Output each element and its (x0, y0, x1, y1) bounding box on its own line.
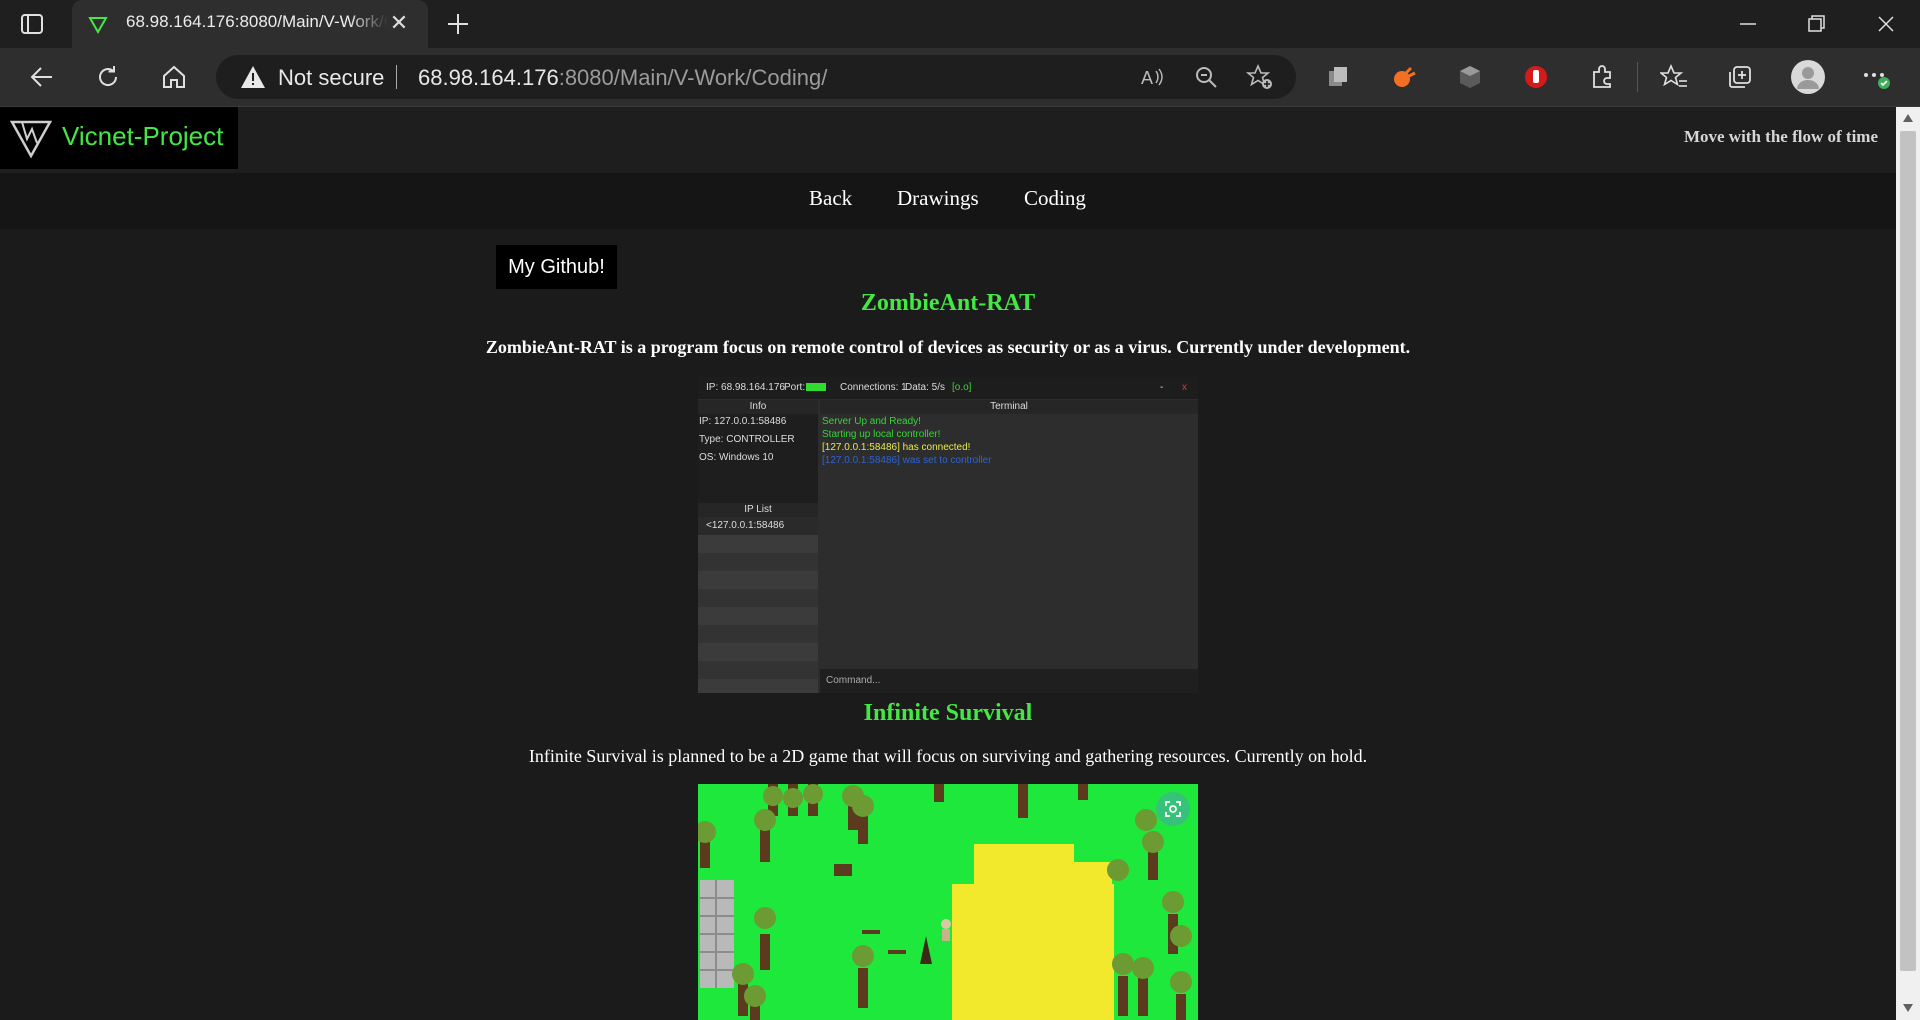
player-character (941, 919, 951, 929)
nav-back-link[interactable]: Back (809, 186, 852, 211)
game-scene (698, 784, 1192, 1020)
rat-port-label: Port: (784, 382, 806, 393)
list-item (698, 679, 818, 693)
logo-text: Vicnet-Project (62, 121, 224, 151)
zombieant-rat-screenshot: IP: 68.98.164.176 Port: Connections: 1 D… (698, 377, 1198, 693)
rat-connections: Connections: 1 (840, 382, 907, 393)
rat-iplist: <127.0.0.1:58486 (698, 517, 818, 693)
svg-text:A: A (1141, 68, 1153, 88)
site-nav: Back Drawings Coding (0, 173, 1896, 229)
wood-chest (834, 864, 852, 876)
rat-terminal-line: [127.0.0.1:58486] has connected! (822, 442, 971, 453)
browser-titlebar: 68.98.164.176:8080/Main/V-Work/Coding/ ✕ (0, 0, 1920, 48)
rat-command-input: Command... (820, 669, 1198, 693)
url-text[interactable]: 68.98.164.176:8080/Main/V-Work/Coding/ (418, 65, 827, 91)
collections-icon[interactable] (1324, 63, 1352, 91)
wood-log (888, 950, 906, 954)
rat-command-placeholder: Command... (826, 675, 881, 686)
rat-terminal-header: Terminal (820, 400, 1198, 414)
infinite-survival-screenshot (698, 784, 1198, 1020)
site-header: Vicnet-Project Move with the flow of tim… (0, 107, 1896, 173)
rat-close: x (1182, 382, 1187, 393)
read-aloud-icon[interactable]: A (1138, 63, 1166, 91)
browser-tab-active[interactable]: 68.98.164.176:8080/Main/V-Work/Coding/ ✕ (72, 0, 428, 48)
tent (920, 936, 932, 964)
section-title-infinite-survival: Infinite Survival (863, 700, 1033, 726)
settings-more-icon[interactable] (1862, 63, 1890, 91)
scroll-down-arrow-icon[interactable] (1902, 1003, 1914, 1013)
list-item (698, 535, 818, 553)
rat-iplist-header: IP List (698, 503, 818, 517)
rat-info-header: Info (698, 400, 818, 414)
orange-extension-icon[interactable] (1390, 63, 1418, 91)
rat-terminal-line: [127.0.0.1:58486] was set to controller (822, 455, 992, 466)
url-host: 68.98.164.176 (418, 65, 559, 90)
section-desc-infinite-survival: Infinite Survival is planned to be a 2D … (528, 746, 1368, 766)
warning-icon[interactable] (240, 65, 266, 89)
rat-info-line: IP: 127.0.0.1:58486 (699, 416, 787, 427)
sand-area (952, 844, 1114, 1020)
favorites-icon[interactable] (1660, 63, 1688, 91)
minimize-window-icon[interactable] (1734, 10, 1762, 38)
nav-coding-link[interactable]: Coding (1024, 186, 1086, 211)
list-item: <127.0.0.1:58486 (698, 517, 818, 535)
rat-info-line: OS: Windows 10 (699, 452, 774, 463)
list-item (698, 571, 818, 589)
visual-search-icon[interactable] (1156, 792, 1190, 826)
list-item (698, 607, 818, 625)
tab-actions-icon[interactable] (20, 12, 44, 36)
rat-terminal-line: Server Up and Ready! (822, 416, 921, 427)
site-tagline: Move with the flow of time (1683, 127, 1878, 146)
address-bar[interactable]: Not secure 68.98.164.176:8080/Main/V-Wor… (216, 55, 1296, 99)
url-path: :8080/Main/V-Work/Coding/ (558, 65, 828, 90)
scrollbar-thumb[interactable] (1900, 131, 1916, 971)
close-tab-icon[interactable]: ✕ (388, 12, 410, 34)
list-item (698, 643, 818, 661)
restore-window-icon[interactable] (1802, 10, 1830, 38)
adblock-extension-icon[interactable] (1522, 63, 1550, 91)
address-separator (396, 65, 397, 89)
rat-data-rate: Data: 5/s (905, 382, 946, 393)
rat-info-line: Type: CONTROLLER (699, 434, 795, 445)
rat-iplist-entry: <127.0.0.1:58486 (706, 520, 785, 531)
security-label[interactable]: Not secure (278, 65, 384, 91)
zoom-out-icon[interactable] (1192, 63, 1220, 91)
trees (698, 784, 1192, 1020)
profile-avatar-icon[interactable] (1790, 59, 1826, 95)
section-desc-zombieant: ZombieAnt-RAT is a program focus on remo… (485, 337, 1411, 357)
vicnet-logo-icon (10, 120, 52, 159)
back-arrow-icon[interactable] (28, 63, 56, 91)
rat-terminal-line: Starting up local controller! (822, 429, 941, 440)
nav-drawings-link[interactable]: Drawings (897, 186, 979, 211)
wood-log (862, 930, 880, 934)
new-tab-icon[interactable] (444, 10, 472, 38)
close-window-icon[interactable] (1872, 10, 1900, 38)
site-logo[interactable]: Vicnet-Project (0, 107, 238, 169)
extensions-icon[interactable] (1588, 63, 1616, 91)
tab-title: 68.98.164.176:8080/Main/V-Work/Coding/ (126, 12, 388, 31)
home-icon[interactable] (160, 63, 188, 91)
rat-status-bar: IP: 68.98.164.176 Port: Connections: 1 D… (698, 377, 1198, 399)
box-extension-icon[interactable] (1456, 63, 1484, 91)
github-button[interactable]: My Github! (496, 245, 617, 289)
add-favorite-icon[interactable] (1246, 63, 1274, 91)
browser-toolbar: Not secure 68.98.164.176:8080/Main/V-Wor… (0, 48, 1920, 107)
web-page: Vicnet-Project Move with the flow of tim… (0, 107, 1896, 1020)
rat-terminal: Server Up and Ready! Starting up local c… (820, 414, 1198, 666)
rat-face: [o.o] (952, 382, 972, 393)
scroll-up-arrow-icon[interactable] (1902, 113, 1914, 123)
rat-port-indicator (806, 383, 826, 391)
rat-minimize: - (1160, 382, 1164, 393)
site-favicon-icon (88, 17, 108, 34)
collections-add-icon[interactable] (1726, 63, 1754, 91)
refresh-icon[interactable] (94, 63, 122, 91)
section-title-zombieant: ZombieAnt-RAT (860, 290, 1036, 316)
toolbar-separator (1637, 62, 1638, 92)
player-body (942, 929, 950, 941)
rat-ip: IP: 68.98.164.176 (706, 382, 785, 393)
page-scrollbar[interactable] (1896, 107, 1920, 1020)
